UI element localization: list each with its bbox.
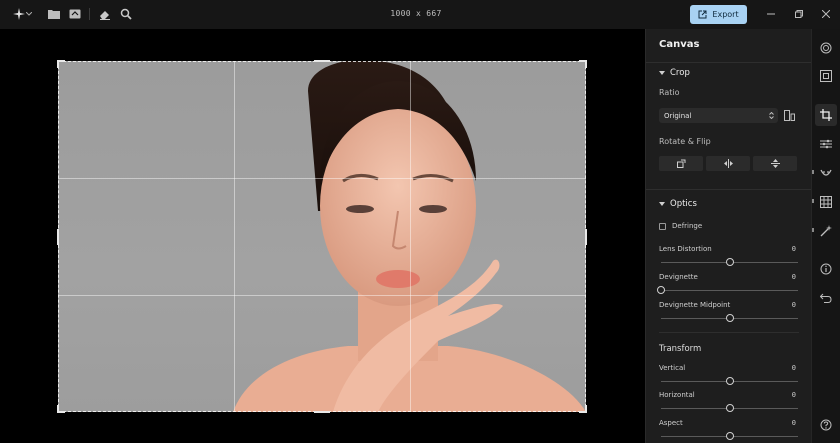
photo-image[interactable] [58,61,586,412]
info-icon[interactable] [819,262,833,276]
section-title-transform: Transform [659,344,702,354]
magic-wand-icon[interactable] [819,224,833,238]
submenu-marker [812,199,814,203]
grid-line [410,61,411,412]
slider-label: Horizontal [659,391,695,399]
export-button[interactable]: Export [690,5,747,24]
crop-handle-bottom-left[interactable] [57,405,59,413]
image-import-icon[interactable] [68,7,82,21]
slider-label: Vertical [659,364,686,372]
slider-label: Lens Distortion [659,245,712,253]
grid-pattern-icon[interactable] [819,195,833,209]
crop-handle-top[interactable] [314,60,330,62]
flip-horizontal-icon [723,159,733,168]
slider-thumb[interactable] [725,377,734,385]
section-title-crop: Crop [670,68,690,78]
crop-handle-right[interactable] [585,229,587,245]
chevron-down-icon[interactable] [25,7,33,21]
adjustments-icon[interactable] [819,137,833,151]
submenu-marker [812,170,814,174]
slider-value[interactable]: 0 [792,419,796,427]
select-frame-icon[interactable] [819,69,833,83]
divider [646,189,812,190]
portrait-illustration [233,61,586,412]
grid-line [234,61,235,412]
slider-value[interactable]: 0 [792,391,796,399]
flip-horizontal-button[interactable] [706,156,750,171]
rotate-flip-label: Rotate & Flip [659,137,711,146]
crop-icon[interactable] [819,108,833,122]
canvas-panel: Canvas Crop Ratio Original Rotate & Flip… [645,29,812,443]
divider [646,62,812,63]
layers-icon[interactable] [819,41,833,55]
search-icon[interactable] [119,7,133,21]
crop-handle-bottom-right[interactable] [585,405,587,413]
section-header-crop[interactable]: Crop [659,68,690,78]
export-icon [698,10,707,19]
slider-thumb[interactable] [725,404,734,412]
folder-icon[interactable] [47,7,61,21]
slider-label: Devignette Midpoint [659,301,731,309]
crop-handle-top-right[interactable] [585,60,587,68]
collapse-triangle-icon [659,71,665,75]
section-header-optics[interactable]: Optics [659,199,697,209]
restore-icon[interactable] [793,8,805,20]
slider-thumb[interactable] [725,432,734,440]
crop-handle-left[interactable] [57,229,59,245]
collapse-triangle-icon [659,202,665,206]
slider-thumb[interactable] [725,258,734,266]
right-toolbar [811,29,840,443]
ratio-select[interactable]: Original [659,108,778,123]
slider-label: Devignette [659,273,698,281]
rotate-icon [676,159,685,168]
grid-line [58,295,586,296]
ratio-value: Original [664,111,692,120]
divider [659,332,799,333]
slider-thumb[interactable] [725,314,734,322]
section-title-optics: Optics [670,199,697,209]
rotate-button[interactable] [659,156,703,171]
slider-value[interactable]: 0 [792,301,796,309]
slider-thumb[interactable] [657,286,665,294]
updown-chevron-icon [769,112,774,119]
tools-star-icon[interactable] [12,7,26,21]
defringe-label: Defringe [672,222,703,230]
flip-vertical-button[interactable] [753,156,797,171]
panel-title: Canvas [659,39,700,50]
crop-handle-bottom[interactable] [314,411,330,413]
export-label: Export [712,10,739,19]
ratio-label: Ratio [659,88,680,97]
crop-handle-top-left[interactable] [57,60,59,68]
defringe-checkbox-row[interactable]: Defringe [659,222,702,230]
canvas-area[interactable] [0,29,645,443]
top-bar: 1000 x 667 Export [0,0,840,29]
slider-value[interactable]: 0 [792,273,796,281]
slider-value[interactable]: 0 [792,245,796,253]
help-icon[interactable] [819,418,833,432]
eraser-icon[interactable] [98,7,112,21]
slider-value[interactable]: 0 [792,364,796,372]
close-icon[interactable] [820,8,832,20]
devignette-slider[interactable] [661,290,798,291]
face-mask-icon[interactable] [819,166,833,180]
flip-vertical-icon [770,159,780,168]
image-dimensions: 1000 x 667 [390,9,442,18]
minimize-icon[interactable] [765,8,777,20]
slider-label: Aspect [659,419,683,427]
grid-line [58,178,586,179]
toolbar-divider [89,8,90,20]
defringe-checkbox[interactable] [659,222,666,230]
orientation-toggle-icon[interactable] [782,108,796,123]
submenu-marker [812,228,814,232]
history-undo-icon[interactable] [819,291,833,305]
